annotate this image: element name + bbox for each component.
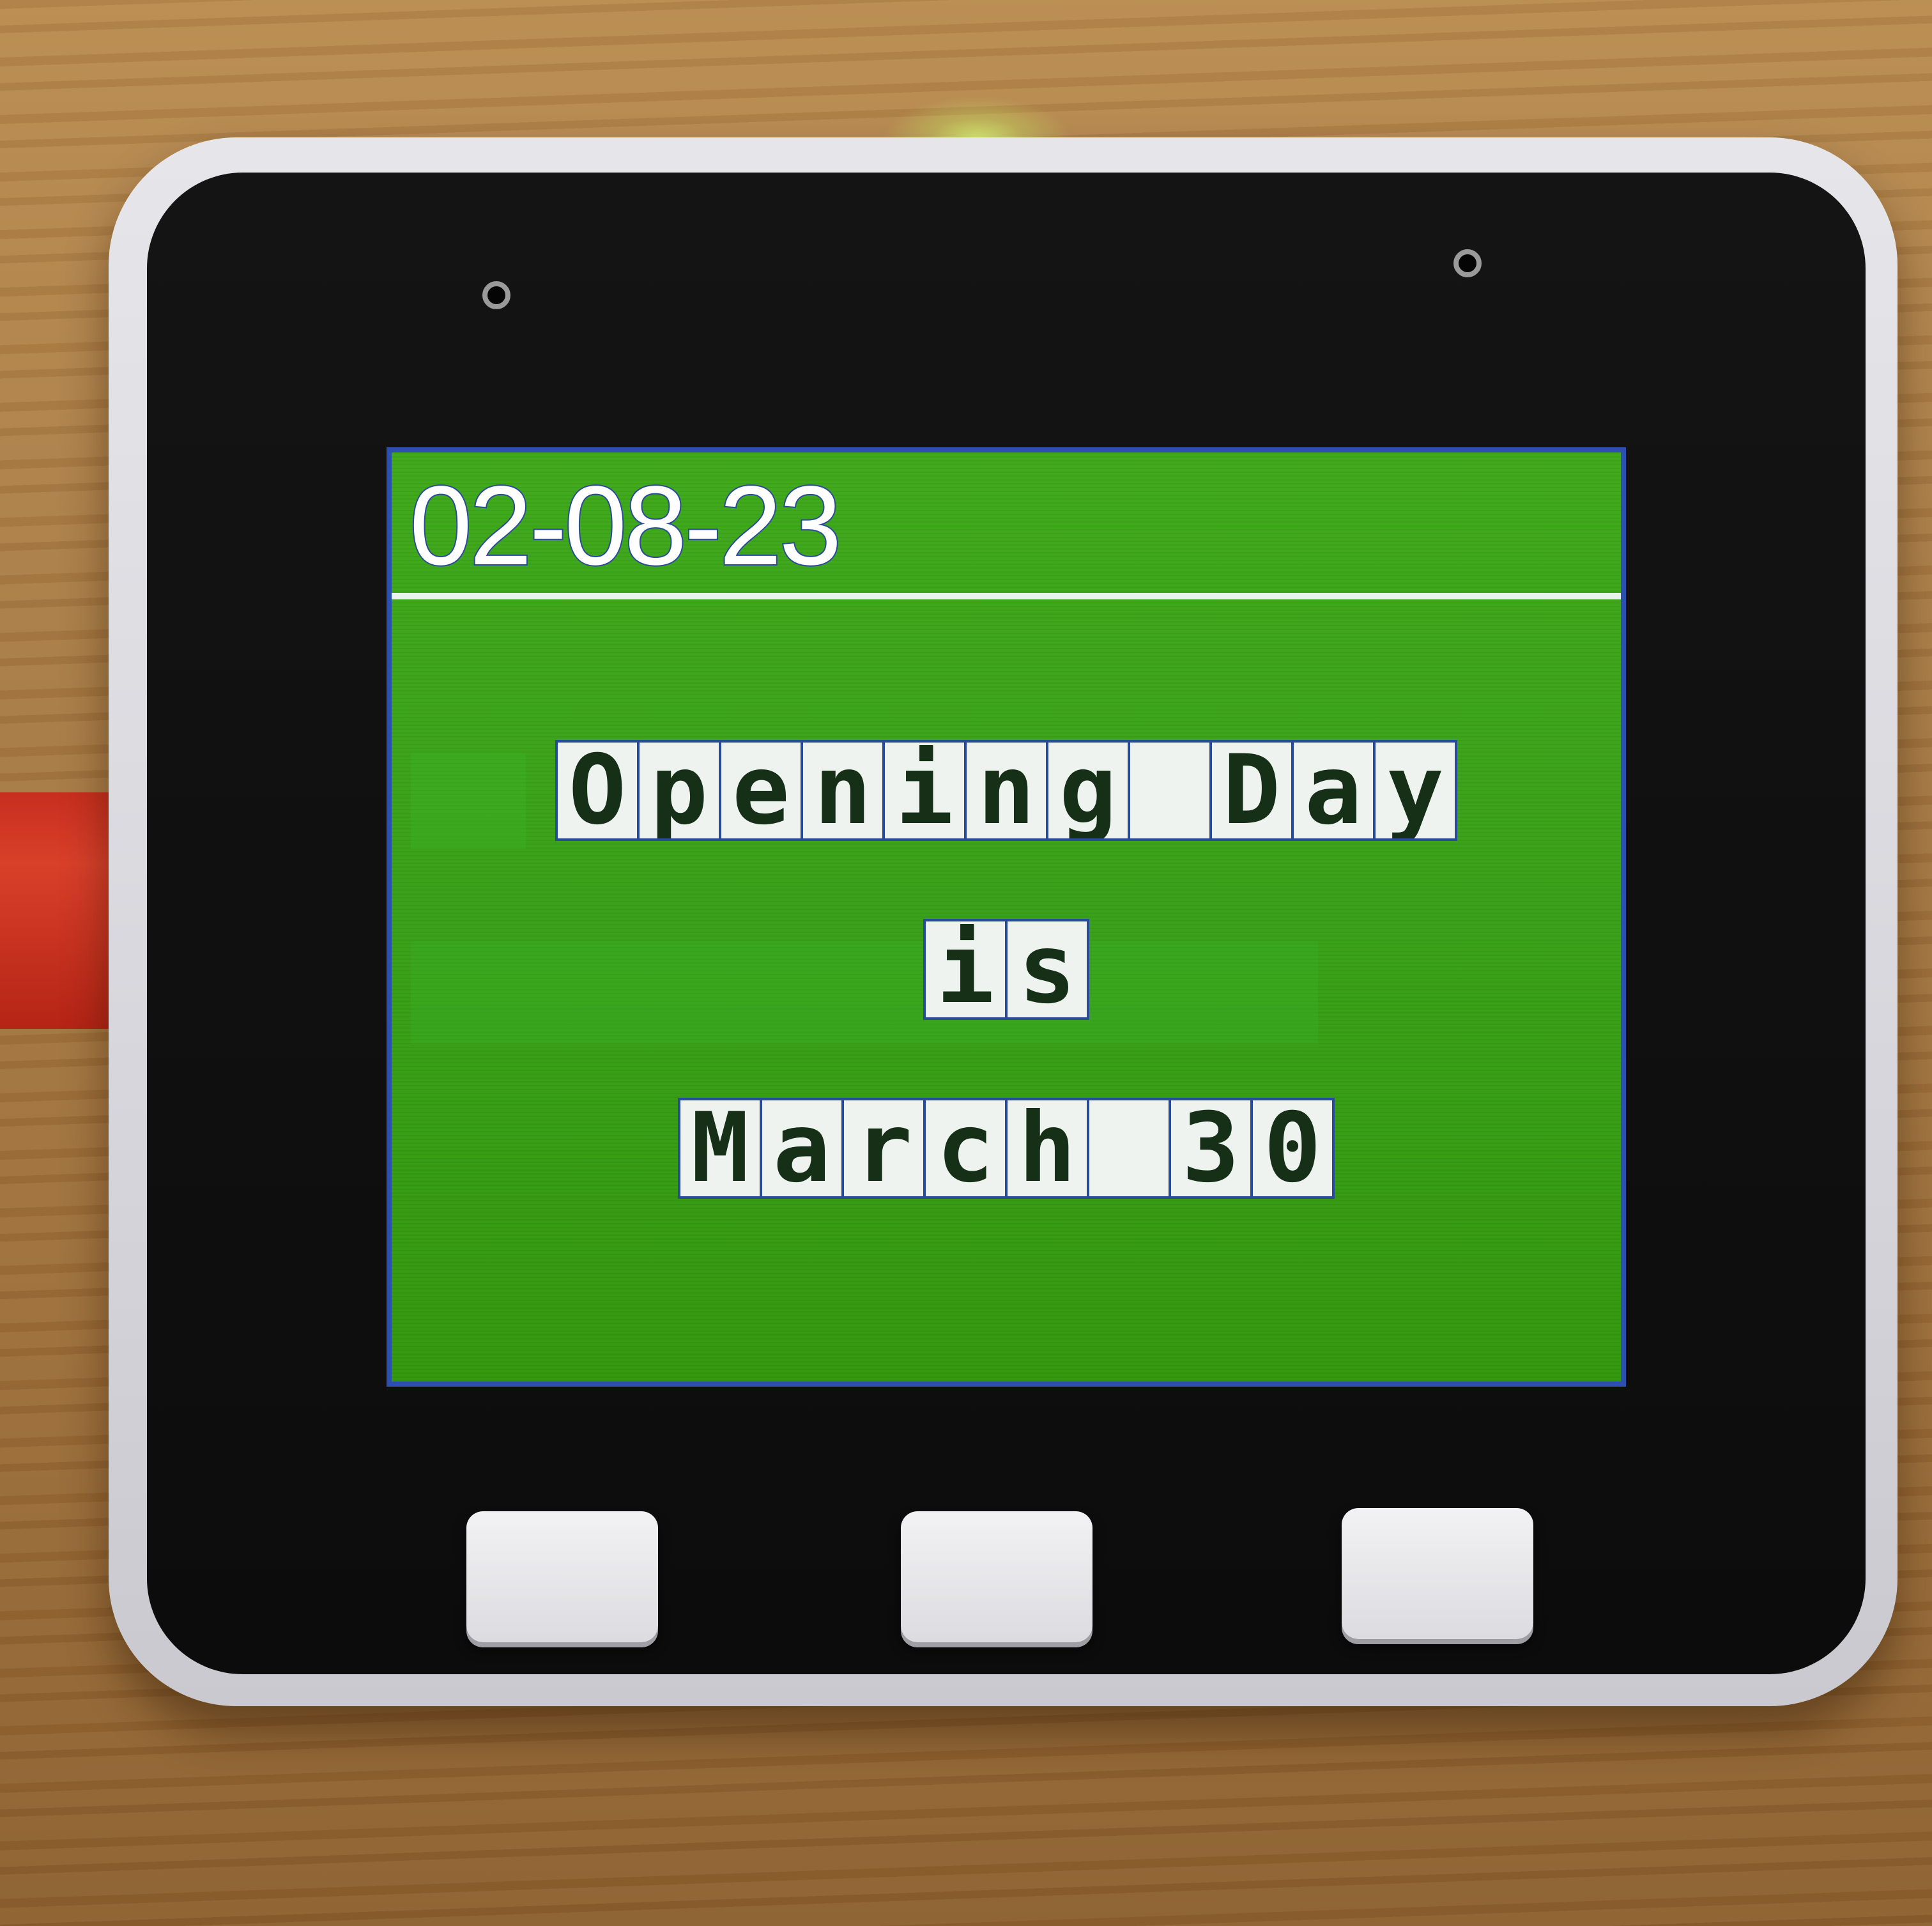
message-line-1: Opening Day <box>392 740 1621 841</box>
char-tile: a <box>762 1100 841 1196</box>
char-tile: 0 <box>1253 1100 1332 1196</box>
message-text: Opening Day <box>555 740 1457 841</box>
char-tile <box>1130 743 1209 838</box>
char-tile <box>1089 1100 1169 1196</box>
message-text: is <box>923 919 1089 1020</box>
char-tile: 3 <box>1171 1100 1250 1196</box>
char-tile: n <box>803 743 882 838</box>
char-tile: g <box>1048 743 1128 838</box>
message-line-3: March 30 <box>392 1098 1621 1199</box>
char-tile: e <box>721 743 801 838</box>
screw-hole-left <box>482 281 510 309</box>
char-tile: O <box>558 743 637 838</box>
char-tile: i <box>885 743 964 838</box>
char-tile: n <box>967 743 1046 838</box>
button-c[interactable] <box>1342 1508 1533 1639</box>
char-tile: y <box>1376 743 1455 838</box>
message-line-2: is <box>392 919 1621 1020</box>
char-tile: h <box>1008 1100 1087 1196</box>
char-tile: M <box>680 1100 760 1196</box>
screw-hole-right <box>1453 249 1482 277</box>
char-tile: a <box>1294 743 1373 838</box>
char-tile: D <box>1212 743 1291 838</box>
date-readout: 02-08-23 <box>408 463 843 589</box>
char-tile: c <box>926 1100 1005 1196</box>
char-tile: r <box>844 1100 923 1196</box>
screen-header: 02-08-23 <box>392 452 1621 599</box>
button-b[interactable] <box>901 1511 1092 1642</box>
char-tile: s <box>1008 921 1087 1017</box>
char-tile: p <box>640 743 719 838</box>
button-a[interactable] <box>466 1511 658 1642</box>
char-tile: i <box>926 921 1005 1017</box>
message-text: March 30 <box>678 1098 1335 1199</box>
lcd-screen: 02-08-23 Opening Day is March 30 <box>387 447 1626 1387</box>
